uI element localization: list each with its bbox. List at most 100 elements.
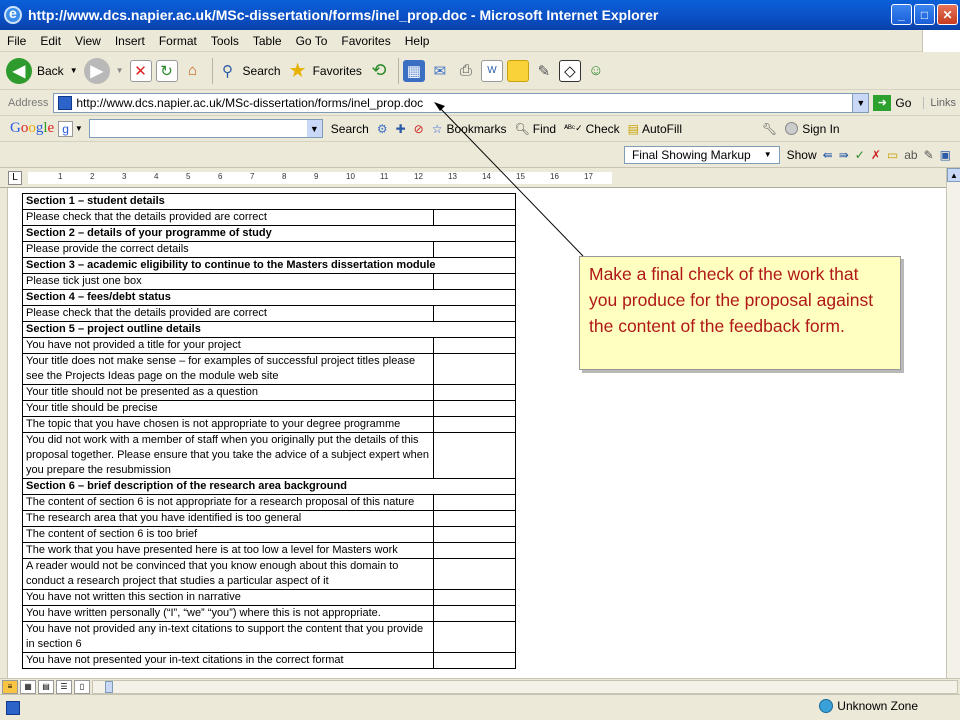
feedback-item-text: You have not written this section in nar… — [22, 589, 434, 606]
feedback-item-text: Your title should be precise — [22, 400, 434, 417]
sign-in-button[interactable]: Sign In — [785, 122, 840, 136]
address-input[interactable]: http://www.dcs.napier.ac.uk/MSc-disserta… — [53, 92, 870, 113]
close-button[interactable]: ✕ — [937, 4, 958, 25]
chevron-down-icon: ▼ — [763, 150, 772, 159]
google-logo[interactable]: Google — [10, 120, 54, 137]
highlight-icon[interactable]: ab — [904, 148, 917, 162]
tick-box-cell[interactable] — [433, 241, 516, 258]
menu-goto[interactable]: Go To — [289, 34, 335, 48]
stop-icon[interactable]: ✕ — [129, 59, 152, 82]
tick-box-cell[interactable] — [433, 416, 516, 433]
tick-box-cell[interactable] — [433, 510, 516, 527]
next-change-icon[interactable]: ⇛ — [839, 148, 849, 162]
vertical-scrollbar[interactable]: ▲ — [946, 168, 960, 678]
feedback-item-row: The topic that you have chosen is not ap… — [22, 416, 516, 433]
menu-tools[interactable]: Tools — [204, 34, 246, 48]
tick-box-cell[interactable] — [433, 337, 516, 354]
menu-table[interactable]: Table — [246, 34, 289, 48]
google-search-input[interactable]: ▼ — [88, 119, 323, 138]
google-search-button[interactable]: Search — [331, 122, 369, 136]
menu-view[interactable]: View — [68, 34, 108, 48]
address-label: Address — [8, 96, 49, 109]
tick-box-cell[interactable] — [433, 209, 516, 226]
print-icon[interactable]: ⎙ — [455, 60, 477, 82]
scroll-up-icon[interactable]: ▲ — [947, 168, 960, 182]
print-view-icon[interactable]: ▤ — [38, 679, 54, 694]
tick-box-cell[interactable] — [433, 542, 516, 559]
tick-box-cell[interactable] — [433, 494, 516, 511]
popup-blocker-icon[interactable]: ⊘ — [414, 122, 424, 136]
history-icon[interactable]: ⟲ — [368, 60, 390, 82]
tick-box-cell[interactable] — [433, 273, 516, 290]
tick-box-cell[interactable] — [433, 432, 516, 479]
favorites-button[interactable]: ★ Favorites — [287, 60, 362, 82]
find-button[interactable]: 🔍︎ Find — [515, 122, 557, 136]
links-button[interactable]: Links — [923, 96, 956, 109]
tick-box-cell[interactable] — [433, 384, 516, 401]
maximize-button[interactable]: □ — [914, 4, 935, 25]
autofill-button[interactable]: ▤ AutoFill — [628, 122, 682, 136]
minimize-button[interactable]: _ — [891, 4, 912, 25]
feedback-item-text: The work that you have presented here is… — [22, 542, 434, 559]
reading-view-icon[interactable]: ▯ — [74, 679, 90, 694]
menu-edit[interactable]: Edit — [33, 34, 68, 48]
search-button[interactable]: ⚲ Search — [217, 60, 281, 82]
pagerank-icon[interactable]: ⚙ — [377, 122, 388, 136]
tick-box-cell[interactable] — [433, 589, 516, 606]
comment-icon[interactable]: ▭ — [887, 148, 898, 162]
bookmarks-button[interactable]: ☆ Bookmarks — [432, 122, 507, 136]
section-header: Section 5 – project outline details — [22, 321, 516, 338]
home-icon[interactable]: ⌂ — [182, 60, 204, 82]
go-button[interactable]: ➜ Go — [873, 94, 911, 111]
menu-insert[interactable]: Insert — [108, 34, 152, 48]
section-header-row: Section 5 – project outline details — [22, 321, 516, 338]
check-button[interactable]: ᴬᴮᶜ✓ Check — [564, 122, 620, 136]
outline-view-icon[interactable]: ☰ — [56, 679, 72, 694]
messenger-icon[interactable]: ☺ — [585, 60, 607, 82]
chevron-down-icon[interactable]: ▼ — [852, 93, 869, 112]
reject-change-icon[interactable]: ✗ — [871, 148, 881, 162]
menu-file[interactable]: File — [0, 34, 33, 48]
scroll-thumb[interactable] — [105, 680, 113, 693]
menu-help[interactable]: Help — [398, 34, 437, 48]
note-icon[interactable] — [506, 59, 529, 82]
tick-box-cell[interactable] — [433, 621, 516, 653]
tick-box-cell[interactable] — [433, 400, 516, 417]
window-icon[interactable]: ◇ — [558, 59, 581, 82]
feedback-item-row: You have not written this section in nar… — [22, 589, 516, 606]
back-button[interactable]: ◀ Back ▼ — [6, 57, 78, 84]
feedback-item-row: You have not provided a title for your p… — [22, 337, 516, 354]
section-header-row: Section 1 – student details — [22, 193, 516, 210]
chevron-down-icon[interactable]: ▼ — [306, 120, 322, 137]
markup-select[interactable]: Final Showing Markup ▼ — [623, 145, 780, 164]
show-button[interactable]: Show — [787, 148, 817, 162]
previous-change-icon[interactable]: ⇚ — [823, 148, 833, 162]
reviewing-pane-icon[interactable]: ▣ — [940, 148, 951, 162]
menu-favorites[interactable]: Favorites — [334, 34, 397, 48]
globe-icon — [819, 699, 834, 713]
track-changes-icon[interactable]: ✎ — [924, 148, 934, 162]
research-icon[interactable]: ▦ — [402, 59, 425, 82]
google-menu-button[interactable]: g ▼ — [58, 120, 83, 137]
edit-word-icon[interactable]: W — [480, 59, 503, 82]
mail-icon[interactable]: ✉ — [429, 60, 451, 82]
tick-box-cell[interactable] — [433, 526, 516, 543]
tick-box-cell[interactable] — [433, 353, 516, 385]
plus-icon[interactable]: ✚ — [396, 122, 406, 136]
discuss-icon[interactable]: ✎ — [533, 60, 555, 82]
normal-view-icon[interactable]: ≡ — [2, 679, 18, 694]
tick-box-cell[interactable] — [433, 605, 516, 622]
accept-change-icon[interactable]: ✓ — [855, 148, 865, 162]
wrench-icon[interactable]: 🔧︎ — [762, 122, 777, 136]
menu-format[interactable]: Format — [152, 34, 204, 48]
view-and-scroll-row: ≡ ▦ ▤ ☰ ▯ — [0, 678, 960, 694]
tick-box-cell[interactable] — [433, 652, 516, 669]
feedback-item-text: You have written personally (“I”, “we” “… — [22, 605, 434, 622]
tick-box-cell[interactable] — [433, 305, 516, 322]
forward-button[interactable]: ▶ ▼ — [83, 57, 124, 84]
tab-selector[interactable]: L — [8, 171, 22, 185]
tick-box-cell[interactable] — [433, 558, 516, 590]
web-view-icon[interactable]: ▦ — [20, 679, 36, 694]
refresh-icon[interactable]: ↻ — [155, 59, 178, 82]
horizontal-scrollbar[interactable] — [92, 679, 958, 694]
